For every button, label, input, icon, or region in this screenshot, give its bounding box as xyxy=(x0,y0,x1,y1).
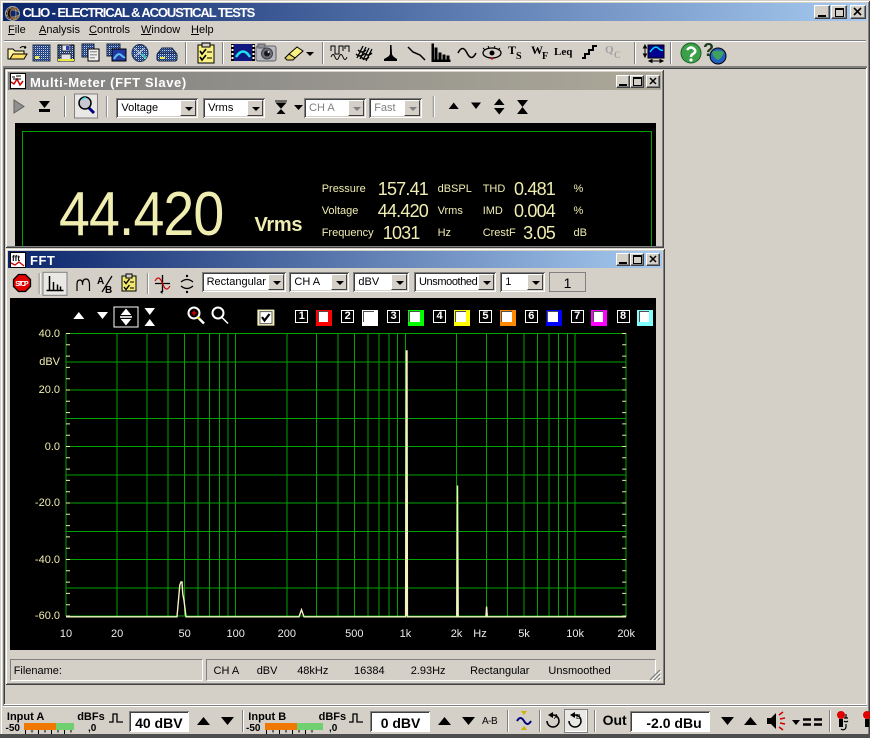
svg-text:A: A xyxy=(97,276,104,287)
svg-text:F: F xyxy=(542,51,548,62)
svg-text:A: A xyxy=(554,714,559,721)
svg-text:B: B xyxy=(105,285,112,296)
svg-text:Leq: Leq xyxy=(554,46,573,58)
svg-text:B: B xyxy=(576,714,581,721)
svg-text:C: C xyxy=(7,4,19,21)
svg-text:S: S xyxy=(516,51,522,62)
svg-text:Q: Q xyxy=(605,44,614,56)
svg-text:STOP: STOP xyxy=(15,281,29,288)
svg-text:T: T xyxy=(508,43,516,57)
svg-text:C: C xyxy=(614,50,621,60)
